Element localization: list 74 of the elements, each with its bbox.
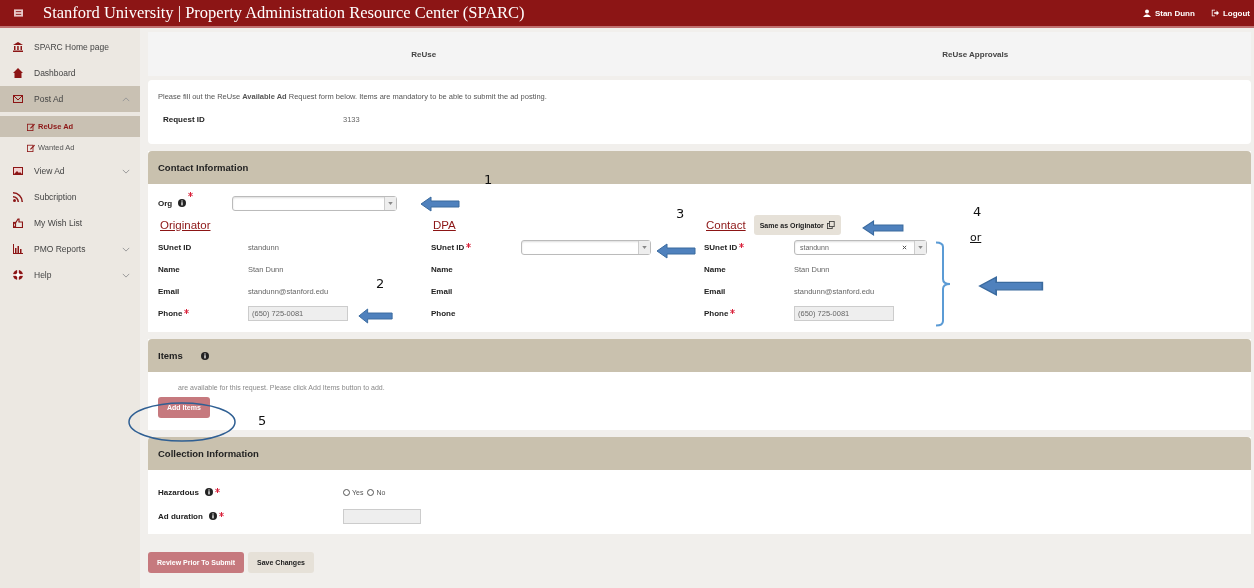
caret-icon [388,201,394,205]
tab[interactable]: ReUse Approvals [699,49,1251,59]
arrow-annotation [978,276,1044,296]
arrow-annotation [358,308,393,324]
sidebar-item[interactable]: Dashboard [0,60,140,86]
field-label: Hazardous [158,487,199,497]
field-label: Org [158,198,173,208]
edit-icon [27,143,35,152]
envelope-icon [13,94,23,104]
duration-input[interactable] [343,508,421,524]
sidebar-item[interactable]: View Ad [0,158,140,184]
info-icon [208,512,217,520]
bank-icon [13,42,23,52]
step-number: 2 [376,276,385,292]
step-number: 1 [484,172,493,188]
sidebar-item[interactable]: Subcription [0,184,140,210]
step-number: 5 [258,413,267,429]
sidebar-item[interactable]: Help [0,262,140,288]
chevron-icon [122,168,130,174]
info-icon [178,199,187,207]
image-icon [13,166,23,176]
column-heading-link[interactable]: Originator [160,219,211,231]
field-label: Phone [158,308,183,318]
field-label: Name [158,264,180,274]
menu-icon[interactable] [14,9,23,17]
field-label: Phone [704,308,729,318]
column-heading-link[interactable]: DPA [433,219,456,231]
or-note: or [970,230,982,246]
arrow-annotation [656,243,696,259]
field-label: Name [704,264,726,274]
field-label: Ad duration [158,511,203,521]
field-label: SUnet ID [704,242,738,252]
user-icon [1142,9,1151,17]
edit-icon [27,122,35,131]
info-icon [204,488,213,496]
field-label: Email [158,286,180,296]
logout-link[interactable]: Logout [1210,8,1250,18]
section-header: Collection Information [148,437,1251,470]
org-dropdown[interactable] [232,195,398,211]
field-label: Email [704,286,726,296]
column-heading-link[interactable]: Contact [706,219,746,231]
chevron-icon [122,246,130,252]
sidebar-item[interactable]: PMO Reports [0,236,140,262]
clear-icon[interactable] [902,244,907,250]
section-header: Items [148,339,1251,372]
chevron-icon [122,96,130,102]
sidebar-item[interactable]: My Wish List [0,210,140,236]
rss-icon [13,192,23,202]
field-label: Name [431,264,453,274]
sunet-id-dropdown[interactable] [521,239,651,255]
field-label: Phone [431,308,456,318]
user-name[interactable]: Stan Dunn [1154,8,1195,18]
home-icon [13,68,23,78]
step-number: 4 [973,204,982,220]
info-icon [200,351,209,360]
sidebar-item[interactable]: Post Ad [0,86,140,112]
logout-icon [1210,9,1219,17]
field-label: Email [431,286,453,296]
copy-icon [826,221,835,229]
field-label: Request ID [163,115,206,124]
tab[interactable]: ReUse [148,49,700,59]
caret-icon [642,245,647,249]
bar-chart-icon [13,244,23,254]
chevron-icon [122,272,130,278]
thumbs-up-icon [13,218,23,228]
arrow-annotation [420,196,460,212]
app-title: Stanford University | Property Administration Resource Center (SPARC) [43,3,525,23]
caret-icon [918,245,923,249]
arrow-annotation [862,220,904,236]
field-label: SUnet ID [158,242,192,252]
sidebar-item[interactable]: SPARC Home page [0,34,140,60]
lifebuoy-icon [13,270,23,280]
step-number: 3 [676,206,685,222]
field-label: SUnet ID [431,242,465,252]
